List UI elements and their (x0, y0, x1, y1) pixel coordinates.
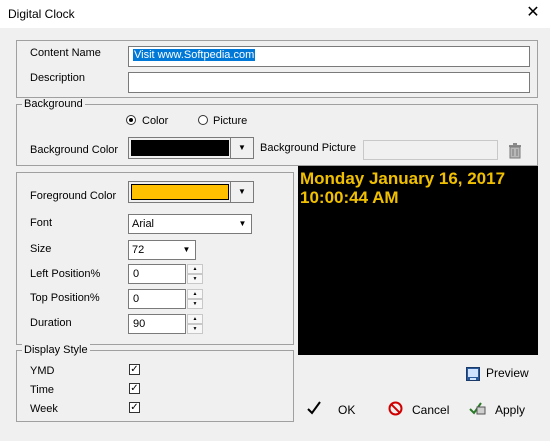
apply-icon (468, 400, 486, 416)
preview-time-text: 10:00:44 AM (300, 188, 399, 207)
radio-picture-label: Picture (213, 115, 248, 127)
description-input[interactable] (128, 72, 530, 93)
week-label: Week (30, 403, 58, 415)
checkmark-icon: ✓ (130, 383, 139, 394)
ymd-label: YMD (30, 365, 55, 377)
background-picture-label: Background Picture (260, 142, 356, 154)
close-button[interactable]: ✕ (524, 4, 542, 22)
background-picture-input[interactable] (363, 140, 498, 160)
spin-down-icon[interactable]: ▼ (187, 299, 203, 309)
checkmark-icon: ✓ (130, 402, 139, 413)
apply-button-label: Apply (495, 403, 526, 417)
duration-value[interactable]: 90 (128, 314, 186, 334)
ok-button[interactable]: OK (306, 400, 358, 420)
content-name-label: Content Name (30, 47, 101, 59)
cancel-button-label: Cancel (412, 403, 450, 417)
spin-down-icon[interactable]: ▼ (187, 274, 203, 284)
chevron-down-icon: ▼ (230, 138, 253, 158)
size-value: 72 (132, 244, 145, 256)
no-entry-icon (388, 401, 403, 416)
time-label: Time (30, 384, 55, 396)
duration-stepper[interactable]: 90 ▲ ▼ (128, 314, 204, 334)
content-name-value: Visit www.Softpedia.com (133, 49, 256, 61)
font-value: Arial (132, 218, 155, 230)
left-position-value[interactable]: 0 (128, 264, 186, 284)
preview-date-text: Monday January 16, 2017 (300, 169, 506, 188)
font-select[interactable]: Arial ▼ (128, 214, 252, 234)
foreground-color-swatch (131, 184, 229, 200)
font-label: Font (30, 217, 53, 229)
background-color-swatch (131, 140, 229, 156)
chevron-down-icon: ▼ (230, 182, 253, 202)
spin-up-icon[interactable]: ▲ (187, 264, 203, 274)
duration-label: Duration (30, 317, 72, 329)
close-icon: ✕ (526, 4, 540, 21)
clock-preview-panel: Monday January 16, 2017 10:00:44 AM (298, 166, 538, 355)
background-color-label: Background Color (30, 144, 119, 156)
display-style-group-label: Display Style (22, 344, 90, 356)
left-position-stepper[interactable]: 0 ▲ ▼ (128, 264, 204, 284)
checkmark-icon (306, 400, 322, 416)
top-position-stepper[interactable]: 0 ▲ ▼ (128, 289, 204, 309)
description-label: Description (30, 72, 86, 84)
background-group-label: Background (22, 98, 85, 110)
title-bar (0, 0, 550, 28)
size-select[interactable]: 72 ▼ (128, 240, 196, 260)
spin-down-icon[interactable]: ▼ (187, 324, 203, 334)
top-position-label: Top Position% (30, 292, 100, 304)
left-position-label: Left Position% (30, 268, 101, 280)
content-name-input[interactable]: Visit www.Softpedia.com (128, 46, 530, 67)
chevron-down-icon: ▼ (182, 245, 191, 254)
preview-button-label: Preview (486, 366, 529, 380)
preview-icon (466, 367, 480, 381)
cancel-button[interactable]: Cancel (388, 400, 452, 420)
ymd-checkbox[interactable]: ✓ (129, 364, 140, 375)
spin-up-icon[interactable]: ▲ (187, 289, 203, 299)
spin-up-icon[interactable]: ▲ (187, 314, 203, 324)
checkmark-icon: ✓ (130, 364, 139, 375)
radio-picture[interactable] (198, 115, 208, 125)
week-checkbox[interactable]: ✓ (129, 402, 140, 413)
background-color-picker[interactable]: ▼ (128, 137, 254, 159)
radio-color-dot (129, 118, 133, 122)
window-title: Digital Clock (8, 7, 75, 21)
radio-color[interactable] (126, 115, 136, 125)
size-label: Size (30, 243, 52, 255)
top-position-value[interactable]: 0 (128, 289, 186, 309)
apply-button[interactable]: Apply (468, 400, 532, 420)
ok-button-label: OK (338, 403, 356, 417)
trash-icon[interactable] (508, 143, 522, 159)
radio-color-label: Color (142, 115, 169, 127)
time-checkbox[interactable]: ✓ (129, 383, 140, 394)
preview-button[interactable]: Preview (466, 366, 536, 384)
foreground-color-picker[interactable]: ▼ (128, 181, 254, 203)
chevron-down-icon: ▼ (238, 219, 247, 228)
foreground-color-label: Foreground Color (30, 190, 117, 202)
